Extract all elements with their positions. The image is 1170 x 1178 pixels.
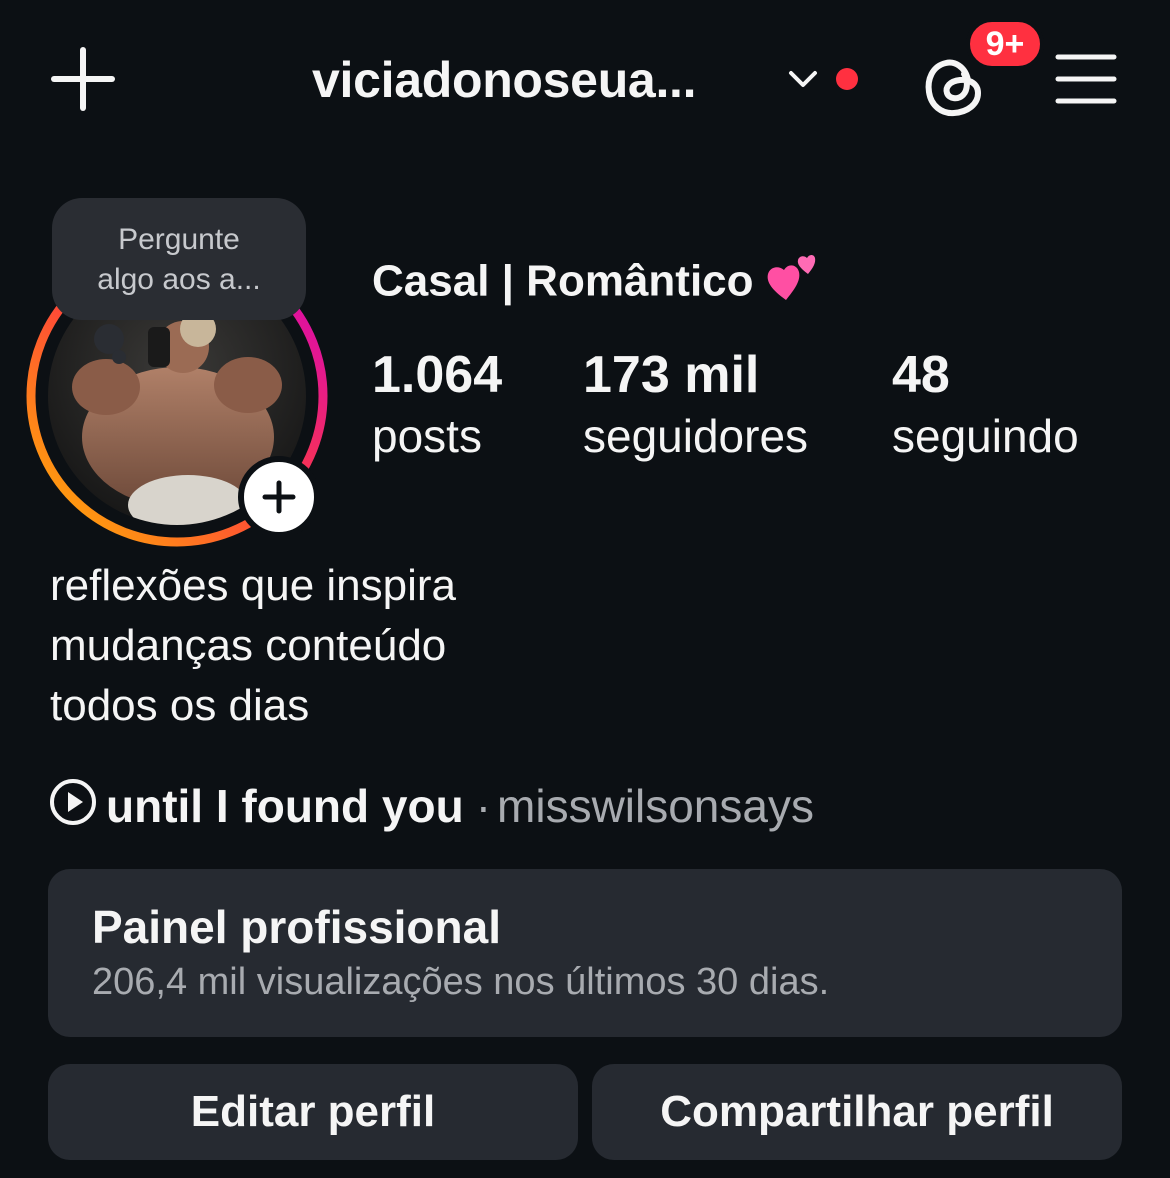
account-switcher-button[interactable] [786,64,820,94]
profile-music[interactable]: until I found you · misswilsonsays [48,776,814,836]
note-text-line-2: algo aos a... [97,263,261,296]
dashboard-subtitle: 206,4 mil visualizações nos últimos 30 d… [92,961,830,1003]
note-bubble-tail-small [112,350,126,364]
professional-dashboard-card[interactable]: Painel profissional 206,4 mil visualizaç… [48,869,1122,1037]
following-label: seguindo [892,410,1079,462]
two-hearts-icon [764,248,824,308]
followers-label: seguidores [583,410,809,462]
stat-following[interactable]: 48 seguindo [892,344,1079,466]
bio-line: mudanças conteúdo [50,621,447,670]
dashboard-title: Painel profissional [92,901,501,953]
music-title: until I found you [106,780,464,832]
profile-bio: reflexões que inspira mudanças conteúdo … [50,556,650,736]
chevron-down-icon [789,71,817,87]
menu-button[interactable] [1054,52,1118,106]
account-username[interactable]: viciadonoseua... [312,50,697,110]
music-separator: · [475,780,492,832]
share-profile-button[interactable]: Compartilhar perfil [592,1064,1122,1160]
plus-icon [51,47,115,111]
music-artist: misswilsonsays [497,780,814,832]
note-text-line-1: Pergunte [118,223,240,256]
profile-display-name: Casal | Romântico [372,254,824,314]
notifications-badge: 9+ [966,18,1044,70]
following-count: 48 [892,346,950,404]
play-circle-icon [48,777,98,827]
plus-icon [262,480,296,514]
posts-count: 1.064 [372,346,503,404]
unread-dot [836,68,858,90]
bio-line: reflexões que inspira [50,561,457,610]
stat-followers[interactable]: 173 mil seguidores [583,344,808,466]
posts-label: posts [372,410,482,462]
create-button[interactable] [50,46,116,112]
edit-profile-button[interactable]: Editar perfil [48,1064,578,1160]
note-bubble[interactable]: Pergunte algo aos a... [52,198,306,320]
stat-posts[interactable]: 1.064 posts [372,344,502,466]
followers-count: 173 mil [583,346,760,404]
display-name-text: Casal | Romântico [372,256,754,306]
add-story-button[interactable] [238,456,320,538]
bio-line: todos os dias [50,681,310,730]
hamburger-menu-icon [1055,54,1117,104]
